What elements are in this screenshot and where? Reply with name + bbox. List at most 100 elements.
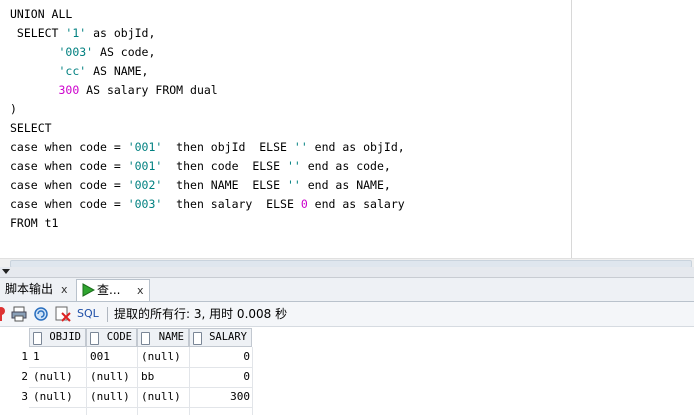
grid-column-divider (252, 347, 253, 415)
code-line[interactable]: case when code = '002' then NAME ELSE ''… (10, 176, 391, 195)
column-header-objid[interactable]: OBJID (29, 328, 86, 347)
code-line[interactable]: FROM t1 (10, 214, 58, 233)
refresh-icon[interactable] (33, 306, 49, 322)
string-literal: '003' (127, 197, 163, 211)
code-text: end as code, (300, 159, 391, 173)
code-line[interactable]: case when code = '001' then objId ELSE '… (10, 138, 405, 157)
row-number[interactable]: 3 (0, 387, 28, 407)
column-sort-icon[interactable] (141, 332, 150, 345)
column-header-label: CODE (106, 331, 132, 343)
arrow-collapse-icon[interactable] (2, 269, 10, 274)
export-icon[interactable] (55, 306, 71, 322)
grid-cell-name[interactable]: (null) (141, 387, 181, 407)
result-toolbar: SQL 提取的所有行: 3, 用时 0.008 秒 (0, 302, 694, 327)
code-line[interactable]: 300 AS salary FROM dual (10, 81, 218, 100)
code-text: case when code = (10, 159, 128, 173)
column-header-code[interactable]: CODE (86, 328, 137, 347)
grid-cell-salary[interactable]: 0 (189, 347, 250, 367)
string-literal: '' (293, 140, 308, 154)
code-text: AS salary FROM dual (79, 83, 218, 97)
close-icon[interactable]: x (61, 279, 68, 300)
sql-editor[interactable]: UNION ALL SELECT '1' as objId, '003' AS … (0, 0, 694, 258)
number-literal: 0 (300, 197, 308, 211)
code-text: then NAME ELSE (162, 178, 287, 192)
column-header-label: OBJID (49, 331, 81, 343)
tab-script-output-label: 脚本输出 (5, 282, 54, 296)
code-text: AS code, (93, 45, 156, 59)
grid-column-divider (137, 347, 138, 415)
code-text: as objId, (86, 26, 156, 40)
code-line[interactable]: SELECT (10, 119, 52, 138)
string-literal: '003' (58, 45, 94, 59)
string-literal: 'cc' (58, 64, 87, 78)
fetch-status: 提取的所有行: 3, 用时 0.008 秒 (114, 307, 288, 321)
code-line[interactable]: case when code = '001' then code ELSE ''… (10, 157, 391, 176)
grid-cell-code[interactable]: 001 (90, 347, 110, 367)
grid-cell-objid[interactable]: (null) (33, 387, 73, 407)
toolbar-separator (107, 307, 108, 322)
column-sort-icon[interactable] (90, 332, 99, 345)
code-text: then objId ELSE (162, 140, 294, 154)
code-line[interactable]: case when code = '003' then salary ELSE … (10, 195, 405, 214)
code-line[interactable]: '003' AS code, (10, 43, 155, 62)
grid-cell-name[interactable]: bb (141, 367, 154, 387)
code-text: end as objId, (307, 140, 405, 154)
code-line[interactable]: SELECT '1' as objId, (10, 24, 156, 43)
column-header-salary[interactable]: SALARY (189, 328, 252, 347)
string-literal: '002' (127, 178, 163, 192)
grid-cell-salary[interactable]: 300 (189, 387, 250, 407)
grid-row-divider (29, 407, 252, 408)
code-text: UNION ALL (10, 7, 73, 21)
print-icon[interactable] (11, 306, 27, 322)
grid-cell-code[interactable]: (null) (90, 367, 130, 387)
column-sort-icon[interactable] (193, 332, 202, 345)
code-text: case when code = (10, 178, 128, 192)
row-number[interactable]: 2 (0, 367, 28, 387)
code-text: SELECT (10, 121, 52, 135)
tab-query-result[interactable]: 查... x (76, 279, 150, 301)
column-header-label: NAME (158, 331, 184, 343)
string-literal: '' (286, 159, 301, 173)
code-text: AS NAME, (86, 64, 149, 78)
code-text: end as NAME, (300, 178, 391, 192)
run-icon (82, 283, 95, 297)
column-sort-icon[interactable] (33, 332, 42, 345)
number-literal: 300 (58, 83, 80, 97)
right-margin-line (571, 0, 572, 258)
string-literal: '1' (65, 26, 87, 40)
code-text: then salary ELSE (162, 197, 301, 211)
column-header-label: SALARY (209, 331, 247, 343)
grid-cell-name[interactable]: (null) (141, 347, 181, 367)
code-text: SELECT (10, 26, 66, 40)
string-literal: '001' (127, 159, 163, 173)
row-number[interactable]: 1 (0, 347, 28, 367)
column-header-name[interactable]: NAME (137, 328, 189, 347)
code-line[interactable]: UNION ALL (10, 5, 72, 24)
grid-cell-objid[interactable]: 1 (33, 347, 40, 367)
grid-column-divider (189, 347, 190, 415)
string-literal: '001' (127, 140, 163, 154)
code-line[interactable]: ) (10, 100, 17, 119)
code-text: case when code = (10, 140, 128, 154)
tab-script-output[interactable]: 脚本输出 x (0, 279, 72, 300)
pane-splitter[interactable] (0, 267, 694, 278)
grid-cell-code[interactable]: (null) (90, 387, 130, 407)
close-icon[interactable]: x (137, 280, 144, 301)
code-text: case when code = (10, 197, 128, 211)
result-grid[interactable]: OBJID CODE NAME SALARY 1 1 001 (null) 0 2 (null) (n… (0, 327, 694, 415)
code-line[interactable]: 'cc' AS NAME, (10, 62, 148, 81)
sql-link[interactable]: SQL (77, 302, 99, 326)
grid-cell-salary[interactable]: 0 (189, 367, 250, 387)
output-tabs: 脚本输出 x 查... x (0, 278, 694, 302)
grid-cell-objid[interactable]: (null) (33, 367, 73, 387)
string-literal: '' (286, 178, 301, 192)
code-text: end as salary (307, 197, 405, 211)
grid-column-divider (86, 347, 87, 415)
code-text: then code ELSE (162, 159, 287, 173)
code-text: FROM t1 (10, 216, 59, 230)
code-text: ) (10, 102, 17, 116)
tab-query-result-label: 查... (97, 283, 121, 297)
